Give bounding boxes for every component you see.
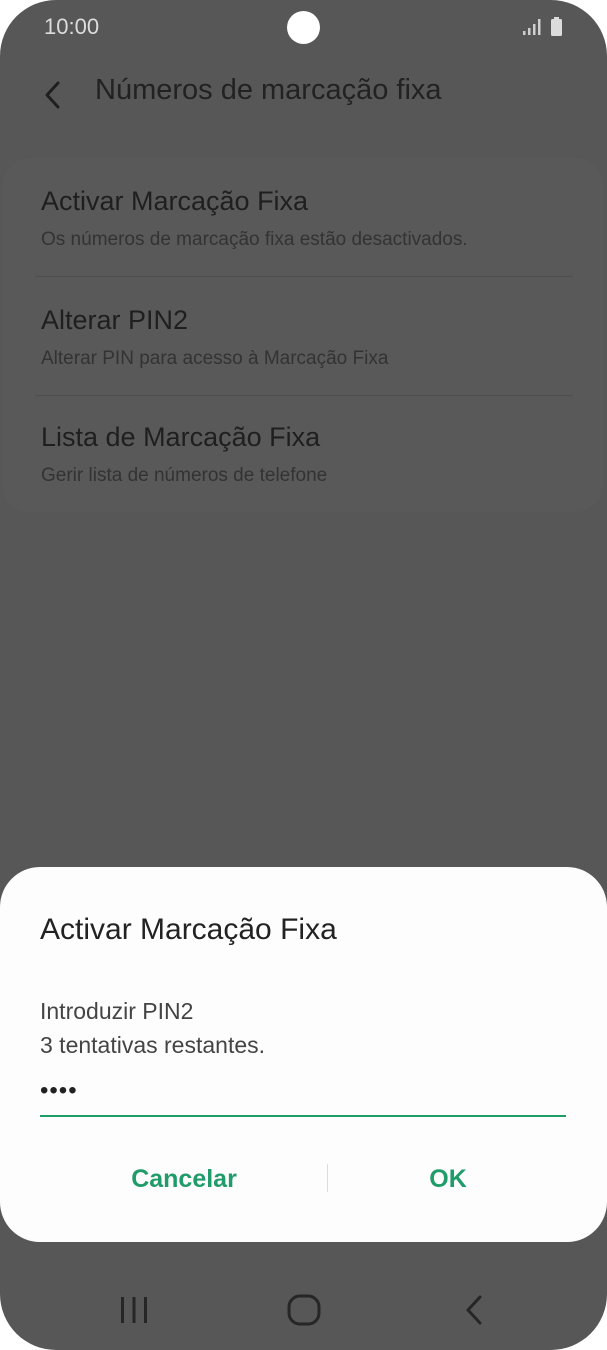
setting-item-title: Activar Marcação Fixa [41,186,309,216]
setting-item-subtitle: Alterar PIN para acesso à Marcação Fixa [41,348,389,369]
status-time: 10:00 [44,14,100,39]
setting-item-title: Lista de Marcação Fixa [41,422,321,452]
pin2-dialog: Activar Marcação Fixa Introduzir PIN2 3 … [0,867,607,1242]
ok-button[interactable]: OK [318,1151,578,1207]
signal-icon [523,19,541,35]
setting-item-change-pin2[interactable]: Alterar PIN2 Alterar PIN para acesso à M… [2,277,603,395]
page-title: Números de marcação fixa [95,74,442,106]
status-bar: 10:00 [0,0,607,56]
setting-item-subtitle: Gerir lista de números de telefone [41,465,328,486]
settings-card: Activar Marcação Fixa Os números de marc… [2,158,603,512]
back-nav-button[interactable] [429,1270,519,1350]
home-icon [287,1294,321,1326]
home-button[interactable] [259,1270,349,1350]
chevron-left-icon [45,81,60,109]
setting-item-subtitle: Os números de marcação fixa estão desact… [41,229,468,250]
cancel-button[interactable]: Cancelar [54,1151,314,1207]
front-camera [287,11,320,44]
recents-icon [121,1297,147,1323]
setting-item-activate-fdn[interactable]: Activar Marcação Fixa Os números de marc… [2,158,603,276]
setting-item-title: Alterar PIN2 [41,305,189,335]
dialog-message-prompt: Introduzir PIN2 [40,998,194,1024]
phone-screen: 10:00 Números de marcação fixa Activar M… [0,0,607,1350]
pin2-input[interactable] [40,1067,566,1117]
battery-icon [551,17,562,36]
back-button[interactable] [30,72,76,118]
dialog-message-attempts: 3 tentativas restantes. [40,1032,266,1058]
setting-item-fdn-list[interactable]: Lista de Marcação Fixa Gerir lista de nú… [2,396,603,514]
dialog-title: Activar Marcação Fixa [40,913,337,946]
back-icon [466,1295,482,1325]
recents-button[interactable] [89,1270,179,1350]
navigation-bar [0,1270,607,1350]
app-bar: Números de marcação fixa [0,60,607,130]
